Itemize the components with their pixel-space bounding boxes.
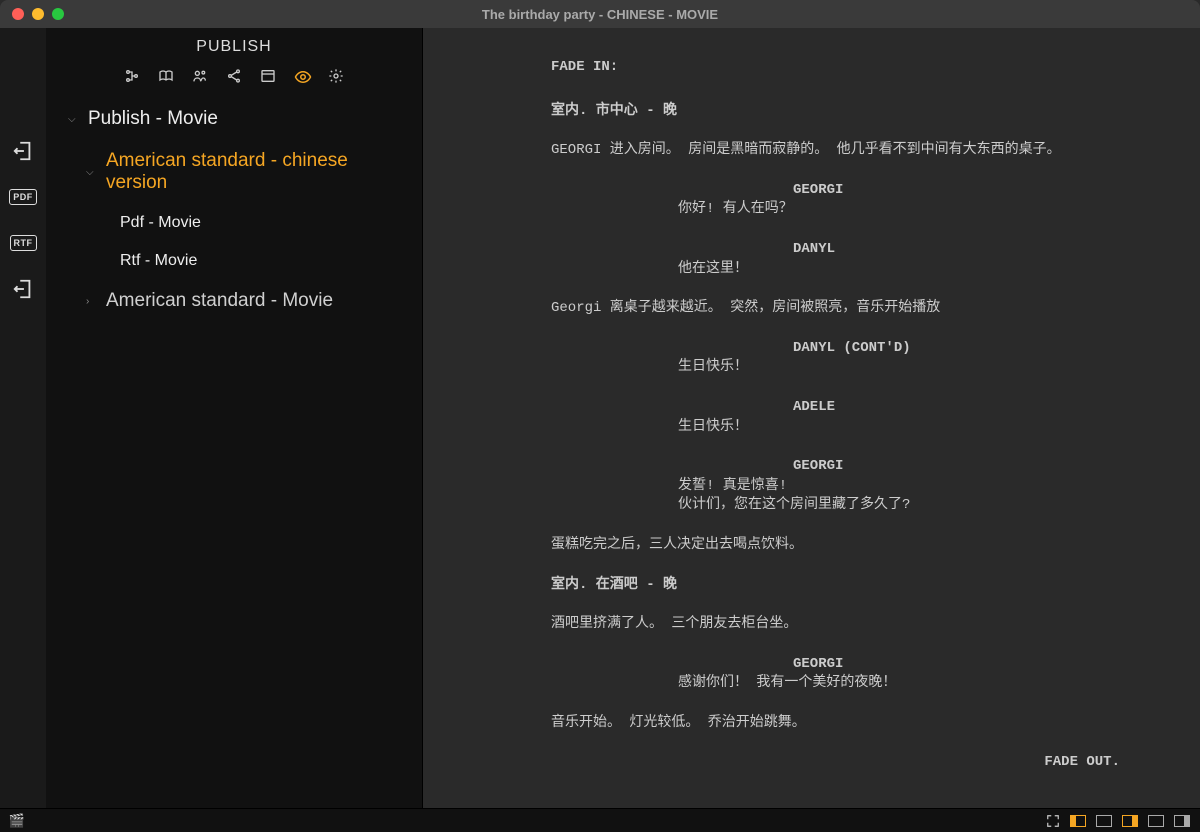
book-icon[interactable]: [158, 68, 174, 84]
tree-item-pdf-movie[interactable]: Pdf - Movie: [58, 204, 422, 242]
dialogue-line: 发誓! 真是惊喜!: [678, 477, 998, 497]
tree-icon[interactable]: [124, 68, 140, 84]
layout-none-button-2[interactable]: [1148, 815, 1164, 827]
action-line: 酒吧里挤满了人。 三个朋友去柜台坐。: [551, 615, 1140, 635]
scene-heading: 室内. 市中心 - 晚: [551, 102, 1140, 122]
tree-item-rtf-movie[interactable]: Rtf - Movie: [58, 242, 422, 280]
script-content: FADE IN: 室内. 市中心 - 晚 GEORGI 进入房间。 房间是黑暗而…: [422, 28, 1200, 808]
pdf-badge-icon[interactable]: PDF: [12, 186, 34, 208]
dialogue-line: 感谢你们！ 我有一个美好的夜晚！: [678, 674, 998, 694]
character-cue: GEORGI: [793, 655, 1140, 675]
tree-label: Rtf - Movie: [120, 252, 197, 270]
scene-heading: 室内. 在酒吧 - 晚: [551, 576, 1140, 596]
action-line: 蛋糕吃完之后，三人决定出去喝点饮料。: [551, 536, 1140, 556]
titlebar: The birthday party - CHINESE - MOVIE: [0, 0, 1200, 28]
tree-label: Pdf - Movie: [120, 214, 201, 232]
dialogue-line: 你好! 有人在吗？: [678, 200, 998, 220]
sidebar-toolbar: [46, 68, 422, 84]
minimize-window-button[interactable]: [32, 8, 44, 20]
sidebar-header: PUBLISH: [46, 38, 422, 56]
share-icon[interactable]: [226, 68, 242, 84]
chevron-down-icon: ⌵: [86, 167, 100, 178]
tree-label: American standard - chinese version: [106, 150, 414, 194]
layout-left-panel-button[interactable]: [1070, 815, 1086, 827]
character-cue: GEORGI: [793, 457, 1140, 477]
layout-none-button[interactable]: [1096, 815, 1112, 827]
export-alt-icon[interactable]: [12, 278, 34, 300]
window-title: The birthday party - CHINESE - MOVIE: [482, 7, 718, 22]
action-line: Georgi 离桌子越来越近。 突然，房间被照亮，音乐开始播放: [551, 299, 1140, 319]
layout-split-button[interactable]: [1174, 815, 1190, 827]
eye-icon[interactable]: [294, 68, 310, 84]
action-line: GEORGI 进入房间。 房间是黑暗而寂静的。 他几乎看不到中间有大东西的桌子。: [551, 141, 1140, 161]
sidebar: PUBLISH ⌵: [46, 28, 422, 808]
bottom-bar: 🎬: [0, 808, 1200, 832]
layout-right-panel-button[interactable]: [1122, 815, 1138, 827]
users-icon[interactable]: [192, 68, 208, 84]
chevron-down-icon: ⌵: [68, 114, 82, 125]
close-window-button[interactable]: [12, 8, 24, 20]
left-rail: PDF RTF: [0, 28, 46, 808]
dialogue-line: 他在这里！: [678, 260, 998, 280]
export-icon[interactable]: [12, 140, 34, 162]
tree-item-american-movie[interactable]: › American standard - Movie: [58, 280, 422, 322]
fade-out: FADE OUT.: [483, 753, 1120, 773]
character-cue: DANYL (CONT'D): [793, 339, 1140, 359]
chevron-right-icon: ›: [86, 296, 100, 307]
traffic-lights: [12, 8, 64, 20]
gear-icon[interactable]: [328, 68, 344, 84]
fullscreen-icon[interactable]: [1046, 814, 1060, 828]
tree-label: Publish - Movie: [88, 108, 218, 130]
tree-label: American standard - Movie: [106, 290, 333, 312]
tree-item-american-chinese[interactable]: ⌵ American standard - chinese version: [58, 140, 422, 204]
clapperboard-icon[interactable]: 🎬: [10, 814, 24, 828]
dialogue-line: 生日快乐！: [678, 418, 998, 438]
character-cue: GEORGI: [793, 181, 1140, 201]
character-cue: DANYL: [793, 240, 1140, 260]
rtf-badge-icon[interactable]: RTF: [12, 232, 34, 254]
fade-in: FADE IN:: [551, 58, 1140, 78]
dialogue-line: 伙计们，您在这个房间里藏了多久了?: [678, 496, 998, 516]
character-cue: ADELE: [793, 398, 1140, 418]
publish-tree: ⌵ Publish - Movie ⌵ American standard - …: [46, 98, 422, 322]
dialogue-line: 生日快乐！: [678, 358, 998, 378]
action-line: 音乐开始。 灯光较低。 乔治开始跳舞。: [551, 714, 1140, 734]
maximize-window-button[interactable]: [52, 8, 64, 20]
tree-item-publish-movie[interactable]: ⌵ Publish - Movie: [58, 98, 422, 140]
panel-icon[interactable]: [260, 68, 276, 84]
